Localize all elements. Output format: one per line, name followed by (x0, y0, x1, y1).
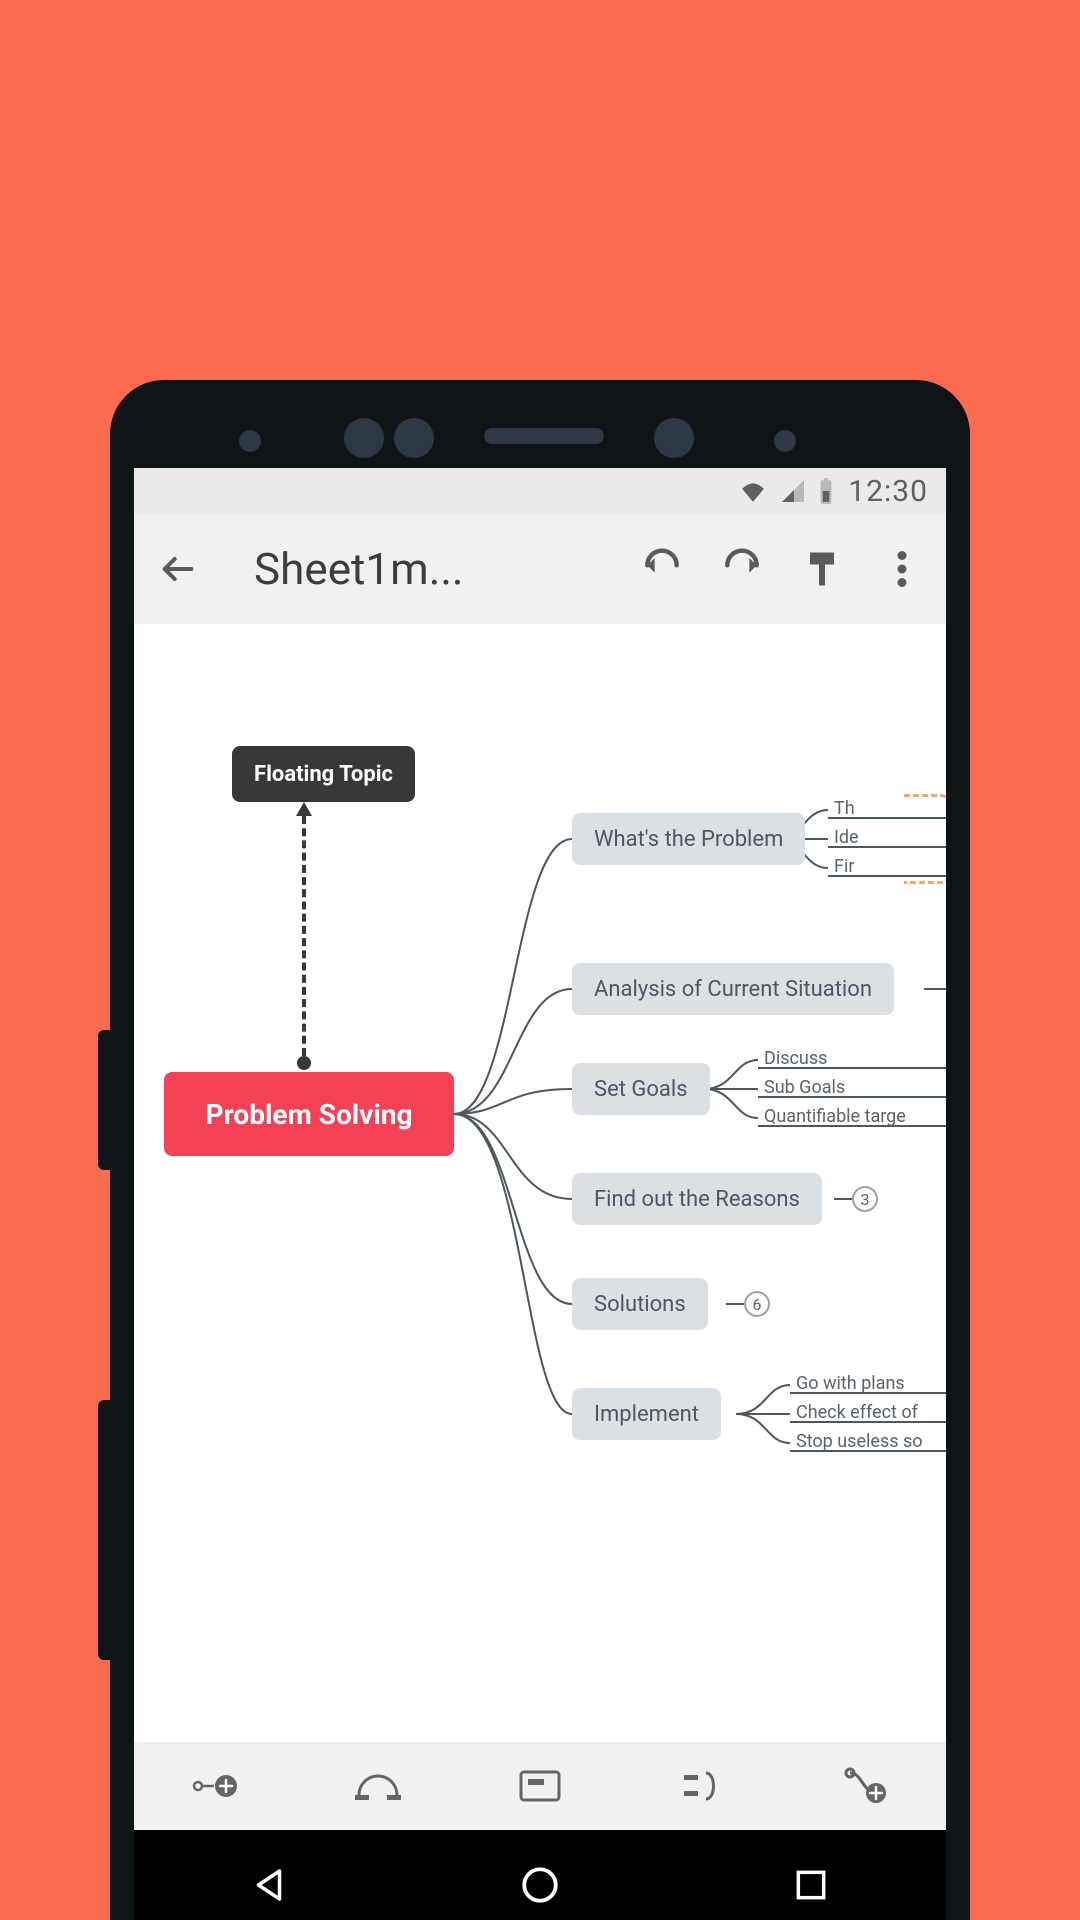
node-branch[interactable]: What's the Problem (572, 813, 805, 865)
add-summary-button[interactable] (674, 1758, 730, 1814)
android-nav-bar (134, 1830, 946, 1920)
phone-frame: 12:30 Sheet1m... (110, 380, 970, 1920)
node-label: Find out the Reasons (594, 1187, 800, 1212)
collapsed-count-badge[interactable]: 6 (744, 1291, 770, 1317)
node-leaf[interactable]: Go with plans (796, 1373, 905, 1394)
app-bar: Sheet1m... (134, 514, 946, 624)
node-root[interactable]: Problem Solving (164, 1072, 454, 1156)
battery-icon (818, 478, 834, 504)
nav-recent-button[interactable] (783, 1857, 839, 1913)
node-branch[interactable]: Implement (572, 1388, 721, 1440)
format-button[interactable] (794, 541, 850, 597)
node-label: Problem Solving (206, 1098, 413, 1131)
summary-bracket[interactable] (904, 794, 946, 884)
relationship-arrowhead (296, 802, 312, 816)
node-branch[interactable]: Analysis of Current Situation (572, 963, 894, 1015)
add-boundary-button[interactable] (512, 1758, 568, 1814)
relationship-line[interactable] (302, 816, 306, 1056)
node-leaf[interactable]: Th (834, 798, 855, 819)
mindmap-canvas[interactable]: Floating Topic Problem Solving What's th… (134, 624, 946, 1742)
node-label: Solutions (594, 1292, 686, 1317)
node-label: Set Goals (594, 1077, 688, 1102)
bottom-toolbar (134, 1742, 946, 1830)
collapsed-count-badge[interactable]: 3 (852, 1186, 878, 1212)
node-leaf[interactable]: Stop useless so (796, 1431, 923, 1452)
phone-power-button (98, 1030, 110, 1170)
status-bar: 12:30 (134, 468, 946, 514)
phone-volume-button (98, 1400, 110, 1660)
back-button[interactable] (150, 541, 206, 597)
node-label: Analysis of Current Situation (594, 977, 872, 1002)
undo-button[interactable] (634, 541, 690, 597)
add-floating-topic-button[interactable] (837, 1758, 893, 1814)
node-leaf[interactable]: Check effect of (796, 1402, 918, 1423)
nav-back-button[interactable] (241, 1857, 297, 1913)
nav-home-button[interactable] (512, 1857, 568, 1913)
node-branch[interactable]: Set Goals (572, 1063, 710, 1115)
node-branch[interactable]: Find out the Reasons (572, 1173, 822, 1225)
node-leaf[interactable]: Sub Goals (764, 1077, 845, 1098)
clock-text: 12:30 (848, 474, 928, 509)
node-leaf[interactable]: Discuss (764, 1048, 827, 1069)
document-title: Sheet1m... (254, 543, 464, 595)
node-label: Implement (594, 1402, 699, 1427)
node-branch[interactable]: Solutions (572, 1278, 708, 1330)
phone-sensors (134, 404, 946, 468)
redo-button[interactable] (714, 541, 770, 597)
badge-count: 6 (753, 1295, 762, 1314)
add-relationship-button[interactable] (350, 1758, 406, 1814)
node-leaf[interactable]: Fir (834, 856, 854, 877)
node-leaf[interactable]: Quantifiable targe (764, 1106, 906, 1127)
badge-count: 3 (861, 1190, 870, 1209)
screen: 12:30 Sheet1m... (134, 468, 946, 1830)
wifi-icon (740, 480, 766, 502)
relationship-endpoint (297, 1056, 311, 1070)
node-label: Floating Topic (254, 762, 393, 787)
add-subtopic-button[interactable] (187, 1758, 243, 1814)
signal-icon (780, 480, 804, 502)
node-floating-topic[interactable]: Floating Topic (232, 746, 415, 802)
node-leaf[interactable]: Ide (834, 827, 859, 848)
more-menu-button[interactable] (874, 541, 930, 597)
node-label: What's the Problem (594, 827, 783, 852)
